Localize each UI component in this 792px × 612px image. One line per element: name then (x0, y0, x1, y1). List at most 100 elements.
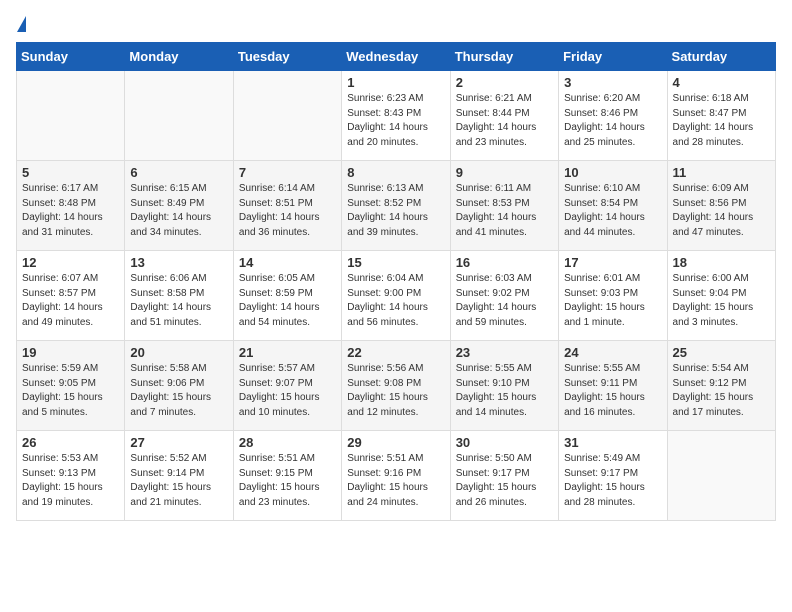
day-info: Sunrise: 6:20 AM Sunset: 8:46 PM Dayligh… (564, 92, 661, 150)
day-number: 30 (456, 435, 553, 450)
weekday-header-sunday: Sunday (17, 43, 125, 71)
calendar-cell: 6 Sunrise: 6:15 AM Sunset: 8:49 PM Daylig… (125, 161, 233, 251)
day-info: Sunrise: 5:51 AM Sunset: 9:15 PM Dayligh… (239, 452, 336, 510)
calendar-cell: 11 Sunrise: 6:09 AM Sunset: 8:56 PM Dayli… (667, 161, 775, 251)
day-number: 17 (564, 255, 661, 270)
day-info: Sunrise: 5:55 AM Sunset: 9:10 PM Dayligh… (456, 362, 553, 420)
day-info: Sunrise: 5:50 AM Sunset: 9:17 PM Dayligh… (456, 452, 553, 510)
day-number: 16 (456, 255, 553, 270)
day-info: Sunrise: 6:01 AM Sunset: 9:03 PM Dayligh… (564, 272, 661, 330)
day-info: Sunrise: 5:51 AM Sunset: 9:16 PM Dayligh… (347, 452, 444, 510)
calendar-cell: 10 Sunrise: 6:10 AM Sunset: 8:54 PM Dayli… (559, 161, 667, 251)
calendar-week-row: 5 Sunrise: 6:17 AM Sunset: 8:48 PM Daylig… (17, 161, 776, 251)
day-number: 26 (22, 435, 119, 450)
calendar-cell: 25 Sunrise: 5:54 AM Sunset: 9:12 PM Dayli… (667, 341, 775, 431)
day-info: Sunrise: 6:15 AM Sunset: 8:49 PM Dayligh… (130, 182, 227, 240)
day-info: Sunrise: 6:05 AM Sunset: 8:59 PM Dayligh… (239, 272, 336, 330)
calendar-week-row: 26 Sunrise: 5:53 AM Sunset: 9:13 PM Dayli… (17, 431, 776, 521)
day-number: 21 (239, 345, 336, 360)
day-info: Sunrise: 6:06 AM Sunset: 8:58 PM Dayligh… (130, 272, 227, 330)
weekday-header-monday: Monday (125, 43, 233, 71)
day-info: Sunrise: 6:14 AM Sunset: 8:51 PM Dayligh… (239, 182, 336, 240)
calendar-cell: 28 Sunrise: 5:51 AM Sunset: 9:15 PM Dayli… (233, 431, 341, 521)
calendar-cell (233, 71, 341, 161)
day-info: Sunrise: 5:53 AM Sunset: 9:13 PM Dayligh… (22, 452, 119, 510)
calendar-cell: 2Sunrise: 6:21 AM Sunset: 8:44 PM Daylig… (450, 71, 558, 161)
day-info: Sunrise: 5:52 AM Sunset: 9:14 PM Dayligh… (130, 452, 227, 510)
day-info: Sunrise: 6:03 AM Sunset: 9:02 PM Dayligh… (456, 272, 553, 330)
calendar-cell: 16 Sunrise: 6:03 AM Sunset: 9:02 PM Dayli… (450, 251, 558, 341)
calendar-cell: 1 Sunrise: 6:23 AM Sunset: 8:43 PM Daylig… (342, 71, 450, 161)
weekday-header-friday: Friday (559, 43, 667, 71)
day-info: Sunrise: 6:00 AM Sunset: 9:04 PM Dayligh… (673, 272, 770, 330)
calendar-cell: 30 Sunrise: 5:50 AM Sunset: 9:17 PM Dayli… (450, 431, 558, 521)
day-info: Sunrise: 6:13 AM Sunset: 8:52 PM Dayligh… (347, 182, 444, 240)
day-number: 14 (239, 255, 336, 270)
day-info: Sunrise: 6:11 AM Sunset: 8:53 PM Dayligh… (456, 182, 553, 240)
weekday-header-thursday: Thursday (450, 43, 558, 71)
day-number: 19 (22, 345, 119, 360)
day-number: 10 (564, 165, 661, 180)
calendar-week-row: 12 Sunrise: 6:07 AM Sunset: 8:57 PM Dayli… (17, 251, 776, 341)
weekday-header-row: SundayMondayTuesdayWednesdayThursdayFrid… (17, 43, 776, 71)
day-info: Sunrise: 6:17 AM Sunset: 8:48 PM Dayligh… (22, 182, 119, 240)
calendar-table: SundayMondayTuesdayWednesdayThursdayFrid… (16, 42, 776, 521)
calendar-cell: 13 Sunrise: 6:06 AM Sunset: 8:58 PM Dayli… (125, 251, 233, 341)
day-number: 13 (130, 255, 227, 270)
day-number: 11 (673, 165, 770, 180)
calendar-cell: 24 Sunrise: 5:55 AM Sunset: 9:11 PM Dayli… (559, 341, 667, 431)
day-info: Sunrise: 6:10 AM Sunset: 8:54 PM Dayligh… (564, 182, 661, 240)
day-number: 2 (456, 75, 553, 90)
day-number: 8 (347, 165, 444, 180)
calendar-week-row: 19 Sunrise: 5:59 AM Sunset: 9:05 PM Dayli… (17, 341, 776, 431)
calendar-cell: 21 Sunrise: 5:57 AM Sunset: 9:07 PM Dayli… (233, 341, 341, 431)
calendar-week-row: 1 Sunrise: 6:23 AM Sunset: 8:43 PM Daylig… (17, 71, 776, 161)
day-number: 3 (564, 75, 661, 90)
logo-triangle-icon (17, 16, 26, 32)
day-number: 1 (347, 75, 444, 90)
day-info: Sunrise: 5:58 AM Sunset: 9:06 PM Dayligh… (130, 362, 227, 420)
day-info: Sunrise: 5:57 AM Sunset: 9:07 PM Dayligh… (239, 362, 336, 420)
calendar-cell: 4Sunrise: 6:18 AM Sunset: 8:47 PM Daylig… (667, 71, 775, 161)
day-number: 5 (22, 165, 119, 180)
day-number: 6 (130, 165, 227, 180)
day-number: 4 (673, 75, 770, 90)
calendar-cell: 8 Sunrise: 6:13 AM Sunset: 8:52 PM Daylig… (342, 161, 450, 251)
day-number: 31 (564, 435, 661, 450)
weekday-header-saturday: Saturday (667, 43, 775, 71)
calendar-cell: 14 Sunrise: 6:05 AM Sunset: 8:59 PM Dayli… (233, 251, 341, 341)
calendar-cell: 9 Sunrise: 6:11 AM Sunset: 8:53 PM Daylig… (450, 161, 558, 251)
calendar-cell: 27 Sunrise: 5:52 AM Sunset: 9:14 PM Dayli… (125, 431, 233, 521)
day-number: 7 (239, 165, 336, 180)
day-info: Sunrise: 6:23 AM Sunset: 8:43 PM Dayligh… (347, 92, 444, 150)
day-number: 27 (130, 435, 227, 450)
day-number: 9 (456, 165, 553, 180)
day-info: Sunrise: 6:04 AM Sunset: 9:00 PM Dayligh… (347, 272, 444, 330)
calendar-cell: 17 Sunrise: 6:01 AM Sunset: 9:03 PM Dayli… (559, 251, 667, 341)
calendar-cell (125, 71, 233, 161)
day-number: 20 (130, 345, 227, 360)
day-info: Sunrise: 6:07 AM Sunset: 8:57 PM Dayligh… (22, 272, 119, 330)
day-info: Sunrise: 5:59 AM Sunset: 9:05 PM Dayligh… (22, 362, 119, 420)
day-number: 25 (673, 345, 770, 360)
day-info: Sunrise: 5:54 AM Sunset: 9:12 PM Dayligh… (673, 362, 770, 420)
day-info: Sunrise: 5:56 AM Sunset: 9:08 PM Dayligh… (347, 362, 444, 420)
weekday-header-wednesday: Wednesday (342, 43, 450, 71)
day-number: 29 (347, 435, 444, 450)
day-number: 23 (456, 345, 553, 360)
calendar-cell: 15Sunrise: 6:04 AM Sunset: 9:00 PM Dayli… (342, 251, 450, 341)
day-info: Sunrise: 6:09 AM Sunset: 8:56 PM Dayligh… (673, 182, 770, 240)
page-header (16, 16, 776, 30)
calendar-cell: 23 Sunrise: 5:55 AM Sunset: 9:10 PM Dayli… (450, 341, 558, 431)
day-number: 28 (239, 435, 336, 450)
calendar-cell: 19 Sunrise: 5:59 AM Sunset: 9:05 PM Dayli… (17, 341, 125, 431)
day-number: 24 (564, 345, 661, 360)
day-number: 12 (22, 255, 119, 270)
calendar-cell: 29 Sunrise: 5:51 AM Sunset: 9:16 PM Dayli… (342, 431, 450, 521)
calendar-cell: 3 Sunrise: 6:20 AM Sunset: 8:46 PM Daylig… (559, 71, 667, 161)
calendar-cell (667, 431, 775, 521)
calendar-cell: 26 Sunrise: 5:53 AM Sunset: 9:13 PM Dayli… (17, 431, 125, 521)
day-info: Sunrise: 5:55 AM Sunset: 9:11 PM Dayligh… (564, 362, 661, 420)
day-number: 22 (347, 345, 444, 360)
day-info: Sunrise: 5:49 AM Sunset: 9:17 PM Dayligh… (564, 452, 661, 510)
